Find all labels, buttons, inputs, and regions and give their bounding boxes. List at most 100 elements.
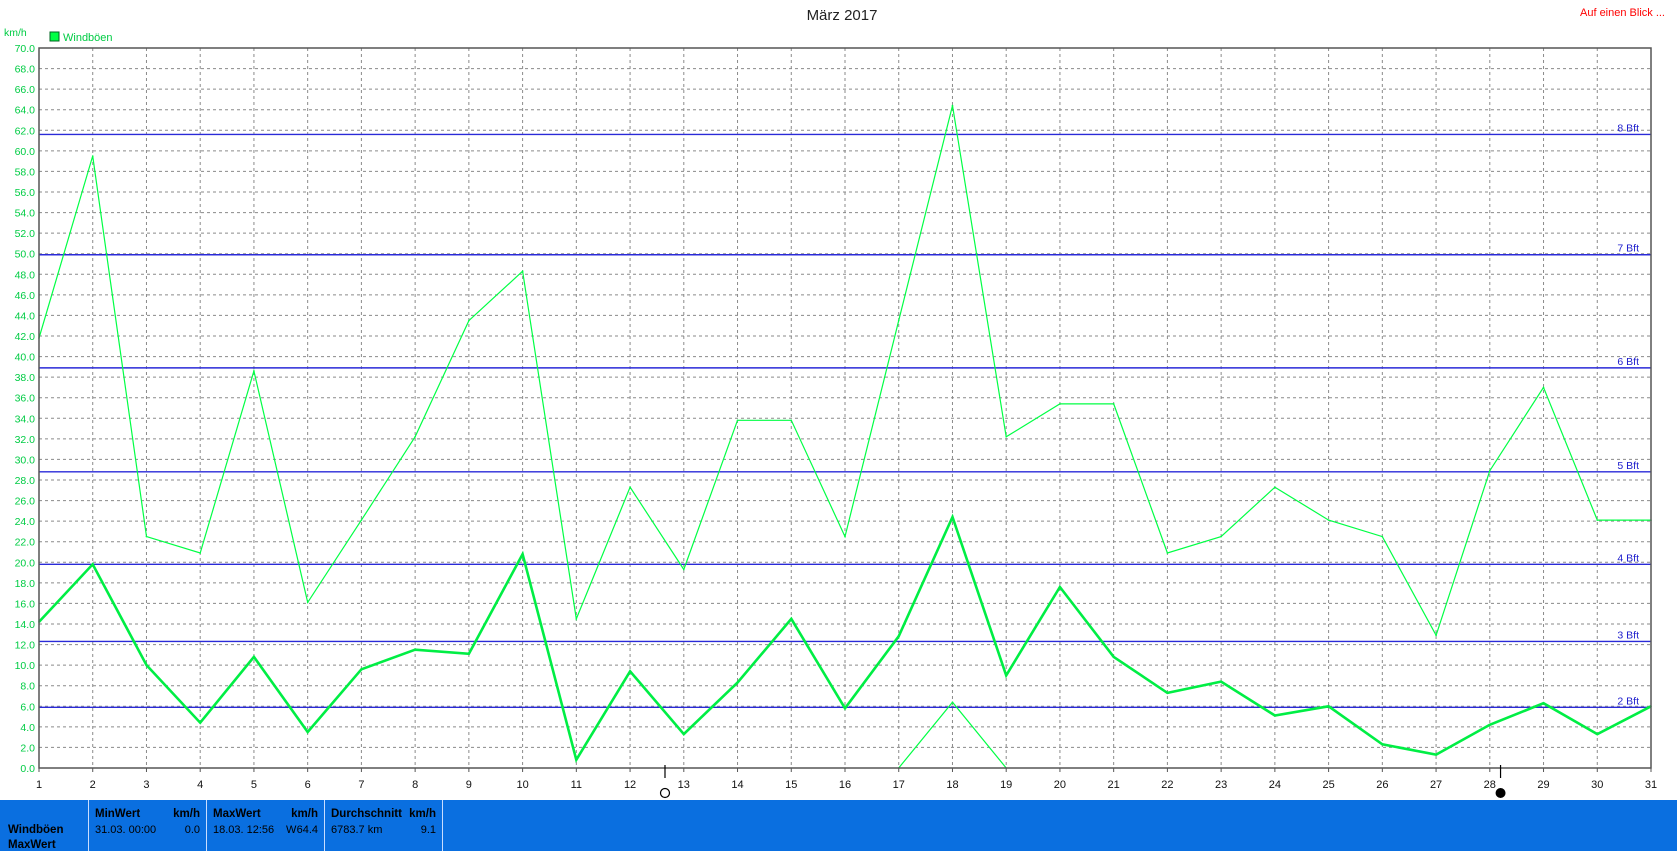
y-tick-label: 30.0 bbox=[15, 454, 36, 466]
wind-gust-chart: März 2017 Auf einen Blick ... km/h Windb… bbox=[4, 7, 1665, 799]
moon-disc bbox=[659, 787, 671, 799]
series-avg-point bbox=[91, 563, 94, 566]
x-tick-label: 16 bbox=[839, 779, 851, 791]
x-tick-label: 27 bbox=[1430, 779, 1442, 791]
y-tick-label: 64.0 bbox=[15, 105, 36, 117]
y-tick-label: 36.0 bbox=[15, 393, 36, 405]
series-avg-point bbox=[1489, 724, 1491, 726]
y-tick-label: 4.0 bbox=[20, 722, 35, 734]
stats-max-header: MaxWert bbox=[213, 808, 261, 820]
stats-min-header: MinWert bbox=[95, 808, 141, 820]
x-tick-label: 6 bbox=[305, 779, 311, 791]
legend-swatch bbox=[49, 31, 60, 42]
x-tick-label: 7 bbox=[358, 779, 364, 791]
series-max-point bbox=[91, 155, 94, 157]
moon-disc bbox=[1495, 788, 1506, 798]
stats-min-cell: MinWert km/h 31.03. 00:00 0.0 bbox=[88, 800, 206, 851]
y-tick-label: 24.0 bbox=[15, 516, 36, 528]
stats-max-cell: MaxWert km/h 18.03. 12:56 W 64.4 bbox=[206, 800, 324, 851]
stats-panel: Windböen MaxWert MinWert km/h 31.03. 00:… bbox=[0, 800, 1677, 851]
overview-link[interactable]: Auf einen Blick ... bbox=[1580, 7, 1665, 19]
series-avg-point bbox=[1542, 702, 1545, 704]
series-max-point bbox=[1059, 403, 1061, 405]
series-avg-point bbox=[1327, 705, 1330, 708]
series-max-point bbox=[1542, 386, 1545, 389]
x-tick-label: 15 bbox=[785, 779, 797, 791]
series-max-point bbox=[199, 552, 201, 554]
y-tick-label: 8.0 bbox=[20, 681, 35, 693]
series-avg-point bbox=[1596, 733, 1599, 735]
series-avg-point bbox=[683, 733, 685, 735]
x-tick-label: 5 bbox=[251, 779, 257, 791]
new-moon-icon bbox=[1495, 788, 1506, 798]
x-tick-label: 26 bbox=[1376, 779, 1388, 791]
y-tick-label: 28.0 bbox=[15, 475, 36, 487]
y-tick-label: 2.0 bbox=[20, 742, 35, 754]
x-tick-label: 11 bbox=[571, 779, 582, 791]
stats-row-label: Windböen bbox=[8, 824, 64, 836]
series-avg-point bbox=[521, 553, 524, 555]
y-tick-label: 68.0 bbox=[15, 64, 36, 76]
series-max-point bbox=[1489, 469, 1491, 472]
chart-title: März 2017 bbox=[807, 7, 878, 24]
series-avg-point bbox=[844, 707, 846, 710]
series-max-point bbox=[1220, 535, 1222, 538]
x-tick-label: 17 bbox=[893, 779, 905, 791]
y-tick-label: 26.0 bbox=[15, 496, 36, 508]
stats-avg-cell: Durchschnitt km/h 6783.7 km 9.1 bbox=[324, 800, 443, 851]
series-max-point bbox=[736, 419, 739, 422]
y-tick-label: 46.0 bbox=[15, 290, 36, 302]
stats-row-label: MaxWert bbox=[8, 839, 56, 851]
y-tick-label: 0.0 bbox=[20, 763, 35, 775]
series-avg-point bbox=[1220, 680, 1222, 683]
x-tick-label: 18 bbox=[946, 779, 958, 791]
series-max-point bbox=[1112, 403, 1115, 405]
y-tick-label: 56.0 bbox=[15, 187, 36, 199]
series-max-point bbox=[790, 419, 793, 422]
series-avg-point bbox=[1435, 753, 1437, 756]
series-max-point bbox=[253, 370, 255, 372]
y-tick-label: 48.0 bbox=[15, 269, 36, 281]
series-max-point bbox=[306, 601, 309, 604]
beaufort-label: 2 Bft bbox=[1617, 695, 1639, 707]
x-tick-label: 24 bbox=[1269, 779, 1281, 791]
series-max-point bbox=[414, 436, 416, 438]
series-max-point bbox=[683, 568, 685, 571]
x-tick-label: 30 bbox=[1591, 779, 1603, 791]
y-tick-label: 58.0 bbox=[15, 166, 36, 178]
series-avg-point bbox=[736, 681, 739, 684]
stats-max-unit: km/h bbox=[291, 808, 318, 820]
series-avg-point bbox=[199, 721, 201, 724]
series-max-point bbox=[521, 270, 524, 273]
x-tick-label: 13 bbox=[678, 779, 690, 791]
series-avg-point bbox=[1274, 714, 1276, 717]
series-max-point bbox=[1005, 436, 1007, 438]
x-tick-label: 21 bbox=[1108, 779, 1120, 791]
y-tick-label: 16.0 bbox=[15, 598, 36, 610]
y-tick-label: 66.0 bbox=[15, 84, 36, 96]
x-tick-label: 14 bbox=[731, 779, 743, 791]
series-min-point bbox=[951, 701, 954, 703]
series-avg-point bbox=[629, 670, 631, 673]
stats-min-value: 0.0 bbox=[184, 824, 200, 836]
y-tick-label: 6.0 bbox=[20, 701, 35, 713]
series-avg-point bbox=[253, 656, 255, 658]
x-tick-label: 19 bbox=[1000, 779, 1012, 791]
series-max-point bbox=[1166, 552, 1169, 554]
x-tick-label: 28 bbox=[1484, 779, 1496, 791]
x-tick-label: 1 bbox=[36, 779, 42, 791]
full-moon-icon bbox=[659, 787, 671, 799]
series-avg-point bbox=[575, 758, 578, 761]
y-tick-label: 12.0 bbox=[15, 640, 36, 652]
series-max-point bbox=[575, 618, 578, 620]
x-tick-label: 10 bbox=[516, 779, 528, 791]
y-tick-label: 18.0 bbox=[15, 578, 36, 590]
beaufort-label: 6 Bft bbox=[1617, 356, 1639, 368]
x-tick-label: 31 bbox=[1645, 779, 1657, 791]
series-avg-point bbox=[897, 635, 900, 638]
x-tick-label: 29 bbox=[1537, 779, 1549, 791]
beaufort-label: 7 Bft bbox=[1617, 243, 1639, 255]
series-max-point bbox=[1327, 519, 1330, 521]
y-tick-label: 34.0 bbox=[15, 413, 36, 425]
x-tick-label: 4 bbox=[197, 779, 203, 791]
